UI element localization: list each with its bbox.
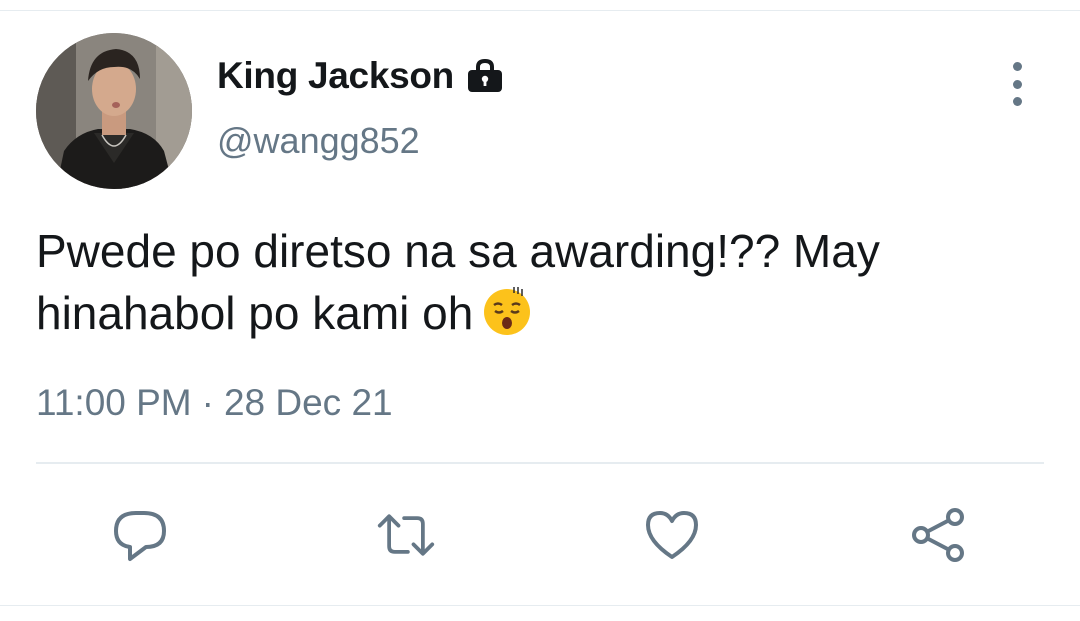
retweet-button[interactable] — [376, 505, 436, 565]
heart-icon — [646, 511, 698, 559]
more-vertical-icon[interactable] — [1000, 62, 1034, 106]
avatar-photo — [36, 33, 192, 189]
tweet-time: 11:00 PM — [36, 382, 192, 423]
top-border — [0, 0, 1080, 11]
reply-button[interactable] — [110, 505, 170, 565]
tweet-timestamp[interactable]: 11:00 PM · 28 Dec 21 — [36, 382, 393, 424]
tweet-text-line-with-emoji: hinahabol po kami oh — [36, 282, 1046, 352]
avatar[interactable] — [36, 33, 192, 189]
lock-icon — [466, 59, 504, 93]
timestamp-separator: · — [201, 382, 214, 423]
tweet-text-line: hinahabol po kami oh — [36, 287, 474, 339]
share-icon — [912, 508, 964, 562]
action-divider — [36, 462, 1044, 464]
tired-face-emoji — [481, 285, 533, 352]
tweet-date: 28 Dec 21 — [223, 382, 393, 423]
share-button[interactable] — [908, 505, 968, 565]
display-name[interactable]: King Jackson — [217, 55, 454, 97]
tweet-text-line: Pwede po diretso na sa awarding!?? May — [36, 225, 880, 277]
author-handle[interactable]: @wangg852 — [217, 120, 420, 162]
author-name-row: King Jackson — [217, 52, 504, 100]
like-button[interactable] — [642, 505, 702, 565]
tweet-text: Pwede po diretso na sa awarding!?? May h… — [36, 220, 1046, 352]
retweet-icon — [377, 514, 435, 556]
bottom-border — [0, 605, 1080, 621]
reply-icon — [114, 511, 166, 561]
